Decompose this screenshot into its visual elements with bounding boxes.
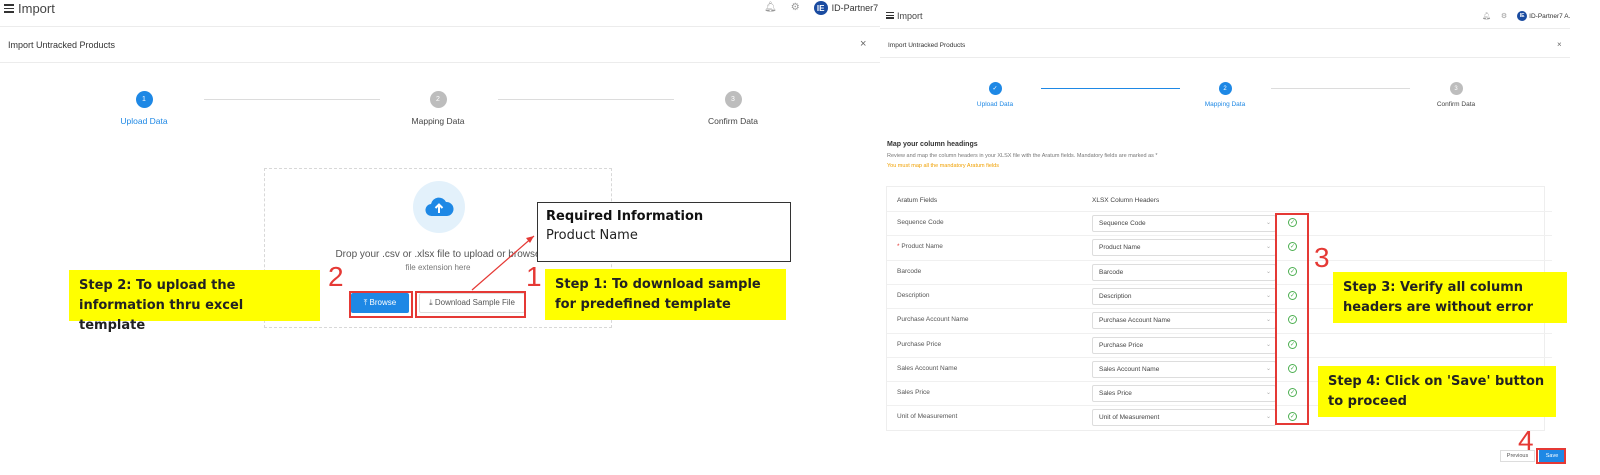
xlsx-header-select[interactable]: Sequence Code ⌄ (1092, 215, 1276, 232)
chevron-down-icon: ⌄ (1265, 244, 1271, 251)
callout-step1: Step 1: To download sample for predefine… (545, 269, 786, 320)
select-value: Purchase Price (1099, 341, 1144, 349)
table-row: Purchase Price Purchase Price ⌄ ✓ (887, 332, 1552, 357)
chevron-down-icon: ⌄ (1265, 268, 1271, 275)
step-label: Mapping Data (411, 116, 465, 126)
left-screenshot: Import 🔔︎ ⚙ IE ID-Partner7 A. Import Unt… (0, 0, 890, 475)
chevron-down-icon: ⌄ (1265, 365, 1271, 372)
field-name: Barcode (897, 267, 922, 275)
mapping-heading: Map your column headings (887, 141, 978, 148)
info-title: Required Information (546, 209, 704, 224)
step-number: 2 (429, 91, 447, 108)
mapping-subtext: Review and map the column headers in you… (887, 153, 1158, 159)
select-value: Barcode (1099, 268, 1124, 276)
field-name: Unit of Measurement (897, 413, 958, 421)
chevron-down-icon: ⌄ (1265, 220, 1271, 226)
divider (0, 26, 880, 27)
chevron-down-icon: ⌄ (1265, 317, 1271, 324)
aratum-field-label: Unit of Measurement (897, 413, 957, 420)
bell-icon[interactable]: 🔔︎ (764, 3, 777, 13)
aratum-field-label: Sales Price (897, 389, 930, 396)
step-upload: 1 Upload Data (104, 91, 184, 126)
browse-highlight (349, 291, 413, 318)
field-name: Product Name (901, 243, 943, 251)
divider (0, 62, 880, 63)
step-connector (204, 99, 380, 100)
step-number: 3 (724, 91, 742, 108)
step-connector (498, 99, 674, 100)
aratum-field-label: Sales Account Name (897, 365, 957, 372)
step-label: Upload Data (120, 116, 168, 126)
menu-icon[interactable] (4, 4, 14, 13)
callout-step4: Step 4: Click on 'Save' button to procee… (1318, 366, 1556, 417)
annotation-number: 4 (1518, 425, 1534, 456)
select-value: Sequence Code (1099, 220, 1146, 227)
required-info-box: Required Information Product Name (537, 202, 791, 262)
aratum-field-label: Description (897, 292, 930, 299)
xlsx-header-select[interactable]: Purchase Account Name ⌄ (1092, 312, 1276, 330)
dialog-title: Import Untracked Products (8, 40, 116, 50)
column-header-xlsx: XLSX Column Headers (1092, 197, 1160, 204)
field-name: Purchase Price (897, 340, 942, 348)
annotation-number: 3 (1314, 242, 1330, 273)
xlsx-header-select[interactable]: Sales Account Name ⌄ (1092, 360, 1276, 378)
save-highlight (1536, 448, 1566, 464)
select-value: Sales Price (1099, 390, 1132, 398)
callout-step3: Step 3: Verify all column headers are wi… (1333, 272, 1567, 323)
step-number: 1 (135, 91, 153, 108)
step-mapping: 2 Mapping Data (398, 91, 478, 126)
xlsx-header-select[interactable]: Purchase Price ⌄ (1092, 336, 1276, 354)
select-value: Sales Account Name (1099, 365, 1160, 373)
xlsx-header-select[interactable]: Barcode ⌄ (1092, 263, 1276, 281)
select-value: Description (1099, 292, 1132, 300)
xlsx-header-select[interactable]: Description ⌄ (1092, 287, 1276, 305)
field-name: Purchase Account Name (897, 316, 969, 324)
field-name: Description (897, 291, 930, 299)
annotation-arrow (471, 235, 535, 291)
xlsx-header-select[interactable]: Product Name ⌄ (1092, 239, 1276, 257)
table-row: Sequence Code Sequence Code ⌄ ✓ (887, 211, 1552, 235)
chevron-down-icon: ⌄ (1265, 341, 1271, 348)
table-row: * Product Name Product Name ⌄ ✓ (887, 235, 1552, 259)
xlsx-header-select[interactable]: Sales Price ⌄ (1092, 385, 1276, 403)
chevron-down-icon: ⌄ (1265, 390, 1271, 397)
callout-step2: Step 2: To upload the information thru e… (69, 270, 320, 333)
column-header-aratum-fields: Aratum Fields (897, 197, 938, 204)
chevron-down-icon: ⌄ (1265, 414, 1271, 421)
top-bar: Import 🔔︎ ⚙ IE ID-Partner7 A. (0, 0, 890, 22)
right-screenshot: Import 🔔︎ ⚙ IE ID-Partner7 A. Import Unt… (880, 0, 1600, 475)
aratum-field-label: Sequence Code (897, 219, 944, 226)
field-name: Sequence Code (897, 219, 944, 226)
select-value: Purchase Account Name (1099, 317, 1171, 325)
aratum-field-label: Purchase Price (897, 341, 941, 348)
download-highlight (415, 291, 526, 318)
aratum-field-label: Purchase Account Name (897, 316, 969, 323)
mapping-warning: You must map all the mandatory Aratum fi… (887, 163, 999, 169)
avatar[interactable]: IE (813, 1, 828, 15)
aratum-field-label: Barcode (897, 268, 921, 275)
cloud-upload-icon (413, 181, 465, 233)
status-column-highlight (1275, 213, 1309, 425)
step-confirm: 3 Confirm Data (693, 91, 773, 126)
field-name: Sales Account Name (897, 364, 958, 372)
annotation-number: 2 (328, 261, 344, 292)
xlsx-header-select[interactable]: Unit of Measurement ⌄ (1092, 409, 1276, 427)
top-icons: 🔔︎ ⚙ IE ID-Partner7 A. (764, 1, 889, 15)
chevron-down-icon: ⌄ (1265, 292, 1271, 299)
info-value: Product Name (546, 228, 638, 243)
close-icon[interactable]: × (860, 38, 866, 50)
select-value: Product Name (1099, 244, 1141, 252)
step-label: Confirm Data (707, 116, 759, 126)
gear-icon[interactable]: ⚙ (791, 3, 800, 13)
select-value: Unit of Measurement (1099, 414, 1160, 422)
field-name: Sales Price (897, 389, 930, 397)
aratum-field-label: * Product Name (897, 243, 943, 250)
app-title: Import (18, 1, 55, 16)
